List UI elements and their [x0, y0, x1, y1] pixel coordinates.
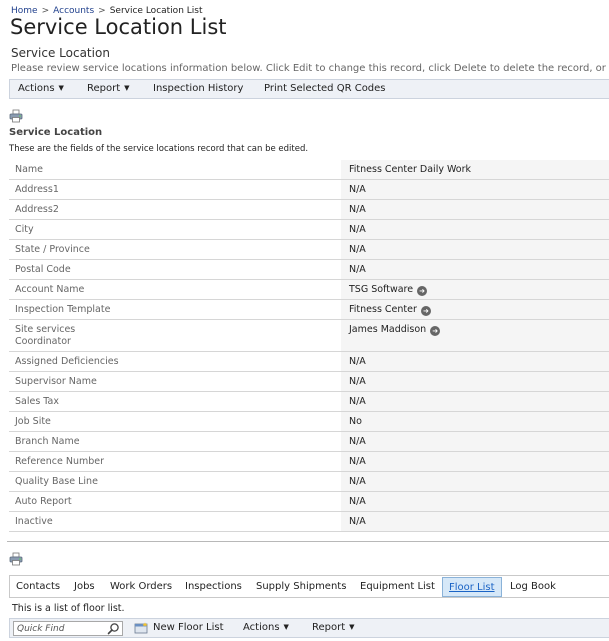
- field-row-address2: Address2 N/A: [9, 200, 609, 220]
- field-value: N/A: [341, 452, 609, 471]
- form-description: These are the fields of the service loca…: [9, 144, 309, 154]
- field-row-job-site: Job Site No: [9, 412, 609, 432]
- print-qr-codes-button[interactable]: Print Selected QR Codes: [264, 83, 386, 94]
- field-row-inactive: Inactive N/A: [9, 512, 609, 532]
- field-label: Account Name: [15, 284, 85, 295]
- tab-equipment-list[interactable]: Equipment List: [360, 581, 435, 592]
- caret-down-icon: ▼: [124, 84, 130, 92]
- tab-inspections[interactable]: Inspections: [185, 581, 242, 592]
- arrow-right-circle-icon[interactable]: ➜: [417, 286, 428, 296]
- arrow-right-circle-icon[interactable]: ➜: [430, 326, 441, 336]
- floor-list-actions-menu[interactable]: Actions ▼: [243, 622, 289, 633]
- field-label: Reference Number: [15, 456, 105, 467]
- field-label: Job Site: [15, 416, 51, 427]
- field-row-site-services-coordinator: Site services Coordinator James Maddison…: [9, 320, 609, 352]
- field-value: N/A: [341, 240, 609, 259]
- section-description: Please review service locations informat…: [11, 63, 609, 74]
- actions-menu-label: Actions: [243, 622, 280, 633]
- tab-log-book[interactable]: Log Book: [510, 581, 556, 592]
- related-tabs: Contacts Jobs Work Orders Inspections Su…: [9, 575, 609, 598]
- field-value: N/A: [341, 260, 609, 279]
- field-row-supervisor-name: Supervisor Name N/A: [9, 372, 609, 392]
- field-value: N/A: [341, 200, 609, 219]
- field-label: Address1: [15, 184, 59, 195]
- field-label-spacer: [119, 320, 341, 351]
- field-value: N/A: [341, 180, 609, 199]
- field-value: TSG Software ➜: [341, 280, 609, 299]
- field-label: Sales Tax: [15, 396, 59, 407]
- actions-menu[interactable]: Actions ▼: [18, 83, 64, 94]
- field-value: No: [341, 412, 609, 431]
- field-label: Auto Report: [15, 496, 72, 507]
- field-label: Name: [15, 164, 44, 175]
- field-row-postal-code: Postal Code N/A: [9, 260, 609, 280]
- field-value: Fitness Center Daily Work: [341, 160, 609, 179]
- field-value: Fitness Center ➜: [341, 300, 609, 319]
- field-value: N/A: [341, 492, 609, 511]
- field-value: N/A: [341, 372, 609, 391]
- form-title: Service Location: [9, 127, 103, 138]
- field-list: Name Fitness Center Daily Work Address1 …: [9, 160, 609, 532]
- field-value: N/A: [341, 352, 609, 371]
- field-label: City: [15, 224, 34, 235]
- field-row-state-province: State / Province N/A: [9, 240, 609, 260]
- tab-work-orders[interactable]: Work Orders: [110, 581, 172, 592]
- report-menu[interactable]: Report ▼: [87, 83, 130, 94]
- print-icon[interactable]: [9, 109, 23, 123]
- field-row-city: City N/A: [9, 220, 609, 240]
- field-row-quality-base-line: Quality Base Line N/A: [9, 472, 609, 492]
- field-label: Inactive: [15, 516, 53, 527]
- field-value: N/A: [341, 432, 609, 451]
- tab-supply-shipments[interactable]: Supply Shipments: [256, 581, 346, 592]
- field-label: Site services Coordinator: [15, 324, 76, 347]
- field-row-branch-name: Branch Name N/A: [9, 432, 609, 452]
- field-label: Inspection Template: [15, 304, 111, 315]
- section-title: Service Location: [11, 46, 110, 60]
- field-row-inspection-template: Inspection Template Fitness Center ➜: [9, 300, 609, 320]
- actions-menu-label: Actions: [18, 83, 55, 94]
- page-title: Service Location List: [10, 15, 227, 39]
- tab-floor-list[interactable]: Floor List: [442, 577, 502, 597]
- field-value: N/A: [341, 392, 609, 411]
- account-name-link[interactable]: TSG Software: [349, 284, 413, 295]
- floor-list-toolbar: New Floor List Actions▼ Report▼: [9, 618, 609, 638]
- caret-down-icon: ▼: [283, 623, 289, 631]
- field-label: Assigned Deficiencies: [15, 356, 119, 367]
- report-menu-label: Report: [87, 83, 121, 94]
- field-row-address1: Address1 N/A: [9, 180, 609, 200]
- field-row-assigned-deficiencies: Assigned Deficiencies N/A: [9, 352, 609, 372]
- field-value: N/A: [341, 472, 609, 491]
- inspection-history-button[interactable]: Inspection History: [153, 83, 243, 94]
- field-label: Branch Name: [15, 436, 80, 447]
- field-label: Postal Code: [15, 264, 71, 275]
- record-toolbar: Actions ▼ Report ▼ Inspection History Prin…: [9, 79, 609, 99]
- field-row-name: Name Fitness Center Daily Work: [9, 160, 609, 180]
- floor-list-description: This is a list of floor list.: [12, 603, 125, 614]
- field-value: N/A: [341, 220, 609, 239]
- inspection-template-link[interactable]: Fitness Center: [349, 304, 417, 315]
- caret-down-icon: ▼: [58, 84, 64, 92]
- floor-list-report-menu[interactable]: Report ▼: [312, 622, 355, 633]
- caret-down-icon: ▼: [349, 623, 355, 631]
- field-row-auto-report: Auto Report N/A: [9, 492, 609, 512]
- field-label: Quality Base Line: [15, 476, 98, 487]
- tab-jobs[interactable]: Jobs: [74, 581, 95, 592]
- field-row-account-name: Account Name TSG Software ➜: [9, 280, 609, 300]
- field-row-reference-number: Reference Number N/A: [9, 452, 609, 472]
- field-value: N/A: [341, 512, 609, 531]
- report-menu-label: Report: [312, 622, 346, 633]
- new-floor-list-button[interactable]: New Floor List: [153, 622, 224, 633]
- field-label: Address2: [15, 204, 59, 215]
- search-icon[interactable]: [107, 622, 120, 635]
- coordinator-link[interactable]: James Maddison: [349, 324, 426, 335]
- new-record-icon[interactable]: [134, 622, 149, 634]
- section-divider: [7, 541, 609, 542]
- tab-contacts[interactable]: Contacts: [16, 581, 60, 592]
- field-label: State / Province: [15, 244, 90, 255]
- field-label: Supervisor Name: [15, 376, 97, 387]
- field-value: James Maddison ➜: [341, 320, 609, 351]
- field-row-sales-tax: Sales Tax N/A: [9, 392, 609, 412]
- print-icon[interactable]: [9, 552, 23, 566]
- arrow-right-circle-icon[interactable]: ➜: [420, 306, 431, 316]
